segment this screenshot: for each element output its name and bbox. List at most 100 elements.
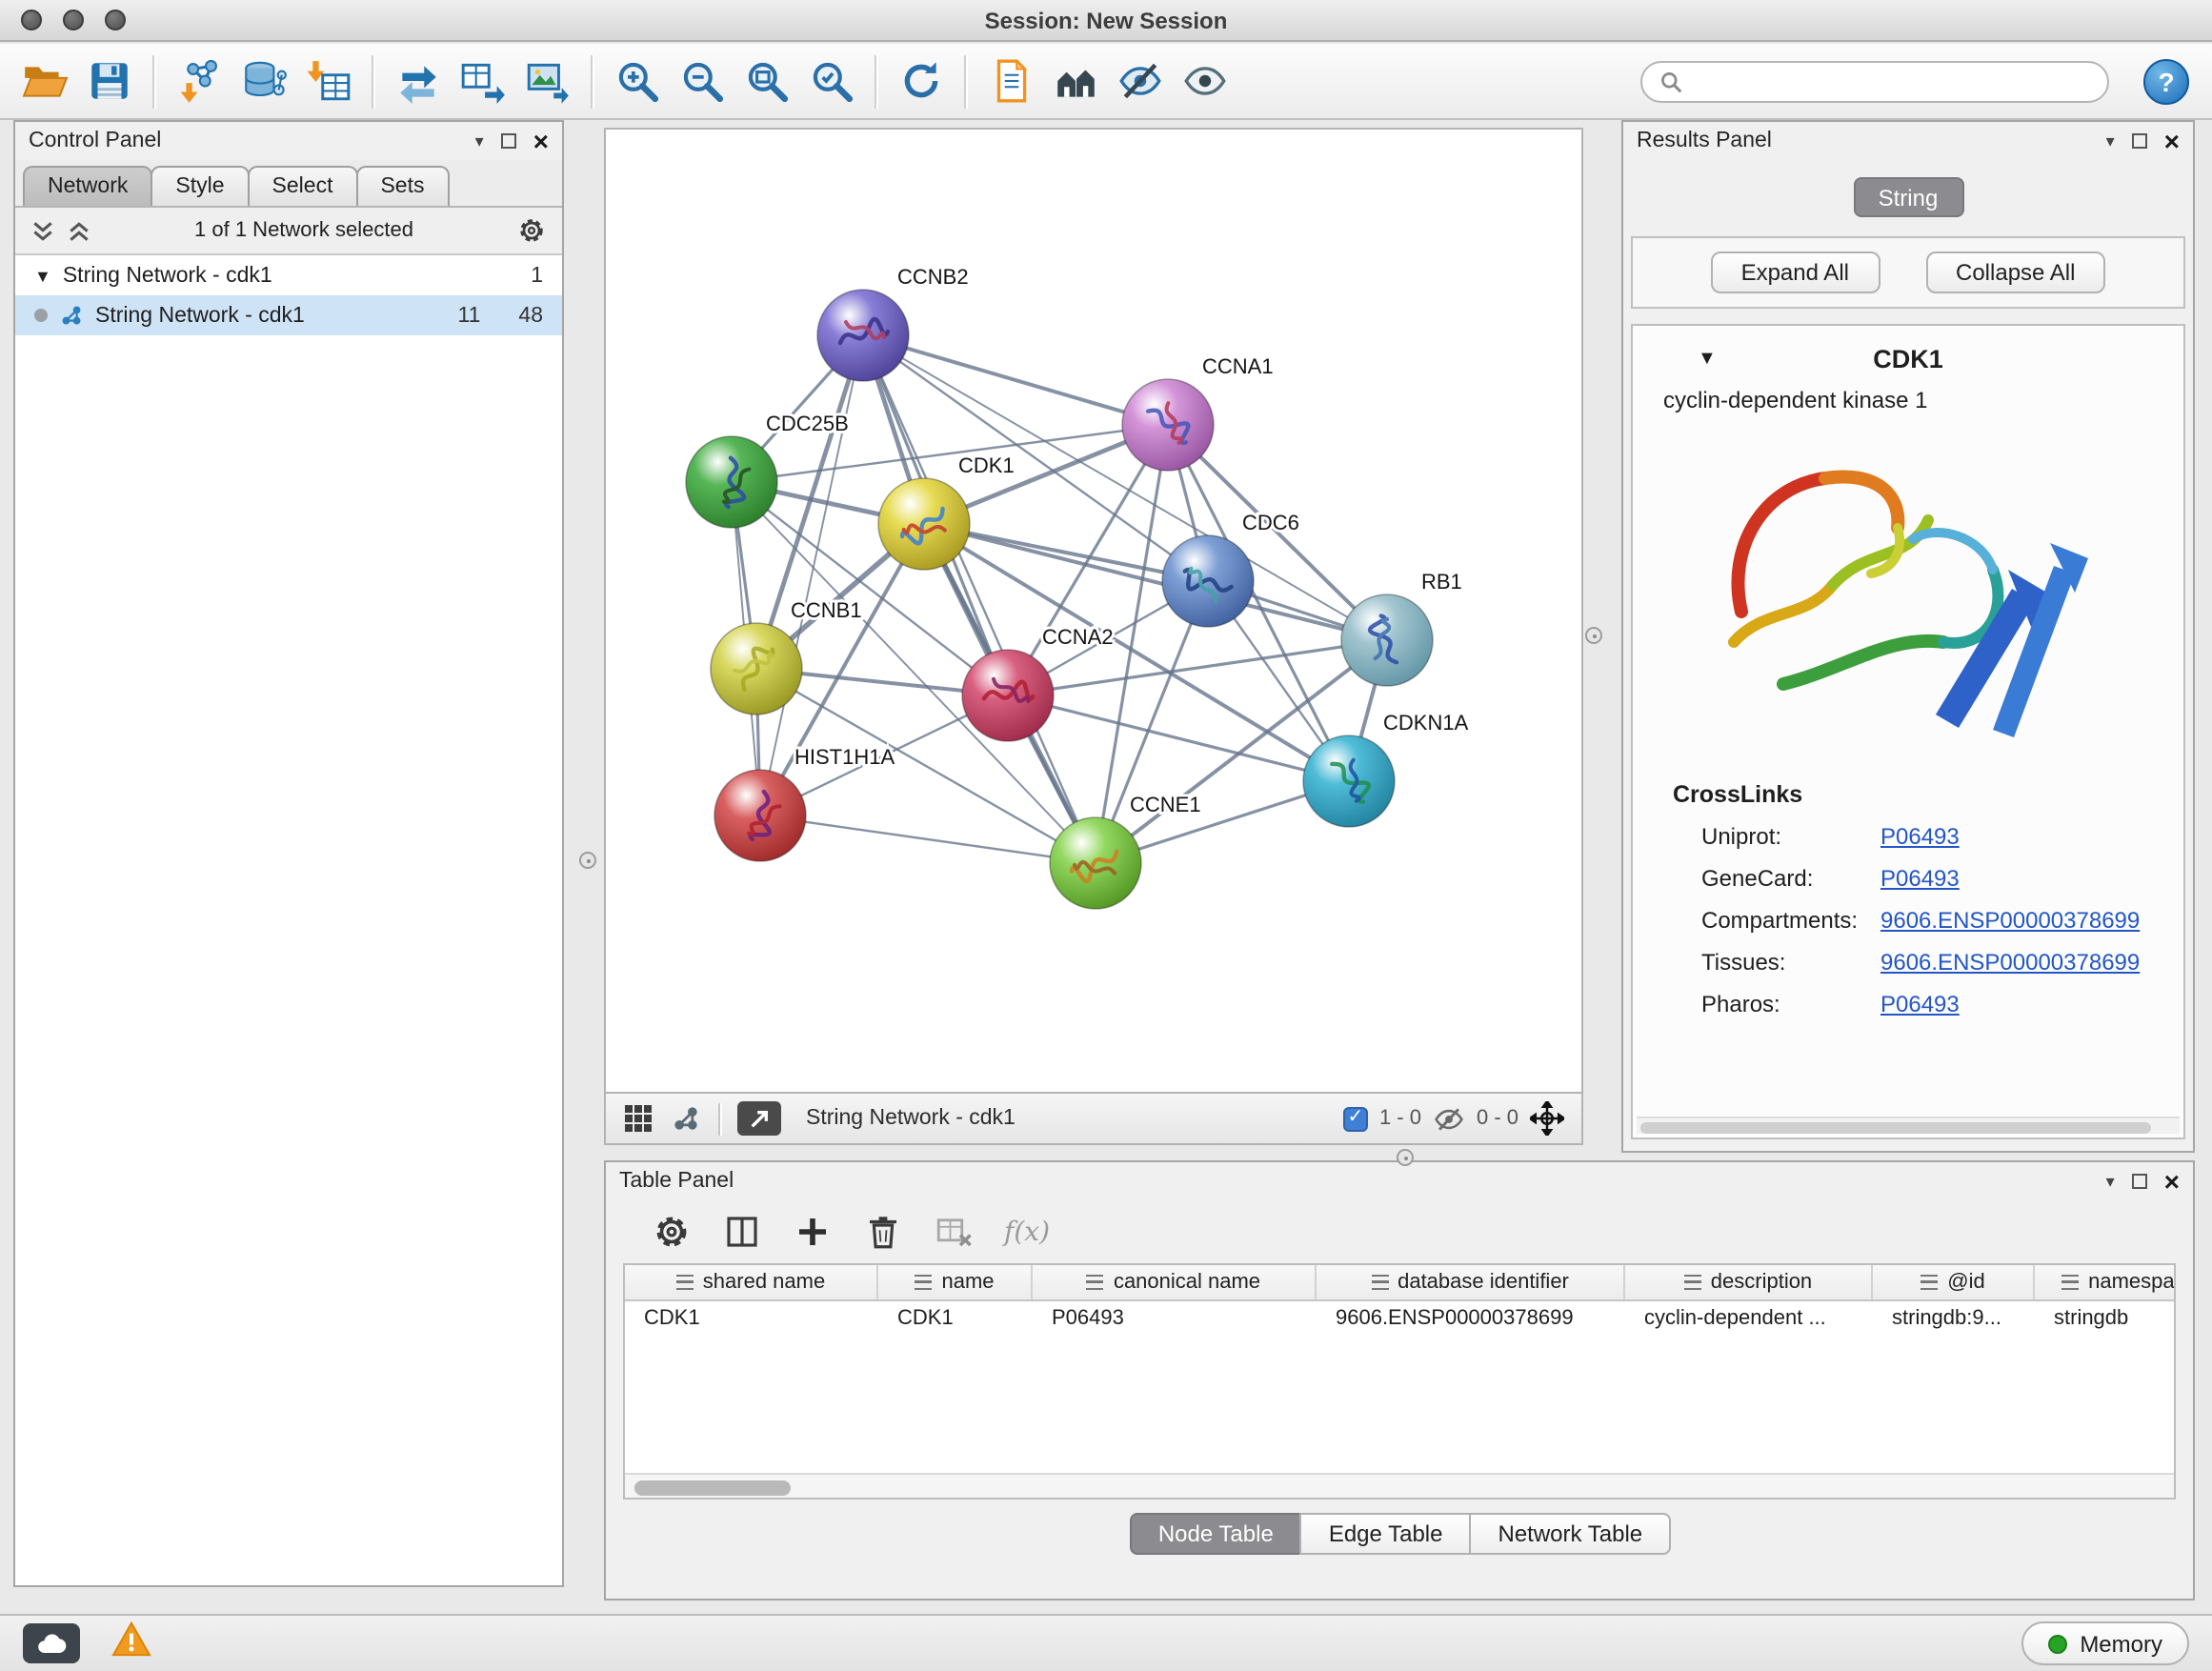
network-node-hist1h1a[interactable]: HIST1H1A bbox=[714, 745, 895, 861]
table-hscrollbar[interactable] bbox=[625, 1473, 2174, 1498]
close-panel-icon[interactable]: × bbox=[533, 128, 549, 154]
zoom-in-icon bbox=[613, 57, 660, 105]
show-columns-icon[interactable] bbox=[722, 1212, 762, 1252]
network-node-cdkn1a[interactable]: CDKN1A bbox=[1303, 711, 1469, 827]
collapse-all-button[interactable]: Collapse All bbox=[1925, 252, 2105, 293]
float-panel-icon[interactable] bbox=[2132, 1174, 2147, 1189]
table-tab-edge-table[interactable]: Edge Table bbox=[1300, 1513, 1472, 1555]
crosslink-link[interactable]: P06493 bbox=[1880, 823, 1960, 850]
import-network-database-button[interactable] bbox=[231, 49, 295, 113]
crosslink-link[interactable]: 9606.ENSP00000378699 bbox=[1880, 949, 2140, 976]
network-from-selection-button[interactable] bbox=[385, 49, 450, 113]
export-table-button[interactable] bbox=[450, 49, 514, 113]
table-settings-gear-icon[interactable] bbox=[652, 1212, 692, 1252]
expand-tree-icon[interactable] bbox=[67, 218, 91, 243]
panel-menu-icon[interactable]: ▾ bbox=[2106, 132, 2115, 150]
control-tab-sets[interactable]: Sets bbox=[355, 166, 449, 206]
zoom-out-button[interactable] bbox=[669, 49, 734, 113]
network-canvas[interactable]: CCNB2CCNA1CDC25BCDK1CDC6RB1CCNB1CCNA2CDK… bbox=[604, 128, 1583, 1094]
control-tab-select[interactable]: Select bbox=[248, 166, 358, 206]
open-in-new-button[interactable] bbox=[737, 1101, 781, 1136]
network-row[interactable]: String Network - cdk1 11 48 bbox=[15, 295, 562, 335]
search-input[interactable] bbox=[1694, 70, 2090, 93]
zoom-window-button[interactable] bbox=[105, 10, 126, 30]
network-glyph-icon[interactable] bbox=[671, 1103, 701, 1134]
document-button[interactable] bbox=[977, 49, 1042, 113]
network-edge[interactable] bbox=[760, 815, 1096, 863]
panel-menu-icon[interactable]: ▾ bbox=[475, 132, 484, 150]
table-row[interactable]: CDK1CDK1P064939606.ENSP00000378699cyclin… bbox=[625, 1301, 2174, 1336]
left-splitter-handle[interactable] bbox=[579, 852, 596, 869]
close-panel-icon[interactable]: × bbox=[2164, 128, 2180, 154]
column-header--id[interactable]: @id bbox=[1873, 1265, 2035, 1299]
results-hscrollbar[interactable] bbox=[1637, 1117, 2180, 1134]
expand-all-button[interactable]: Expand All bbox=[1711, 252, 1880, 293]
hide-selected-button[interactable] bbox=[1107, 49, 1172, 113]
scrollbar-thumb[interactable] bbox=[634, 1480, 791, 1495]
add-column-icon[interactable] bbox=[793, 1212, 833, 1252]
float-panel-icon[interactable] bbox=[501, 133, 516, 149]
network-node-cdk1[interactable]: CDK1 bbox=[878, 453, 1015, 570]
show-all-button[interactable] bbox=[1172, 49, 1237, 113]
selected-checkbox-icon[interactable]: ✓ bbox=[1343, 1106, 1368, 1131]
fit-content-button[interactable] bbox=[734, 49, 798, 113]
pan-crosshair-icon[interactable] bbox=[1530, 1101, 1564, 1136]
table-cell: CDK1 bbox=[878, 1307, 1033, 1330]
open-session-button[interactable] bbox=[11, 49, 76, 113]
column-header-shared-name[interactable]: shared name bbox=[625, 1265, 878, 1299]
panel-menu-icon[interactable]: ▾ bbox=[2106, 1173, 2115, 1190]
network-node-cdc6[interactable]: CDC6 bbox=[1162, 511, 1299, 627]
network-node-ccnb1[interactable]: CCNB1 bbox=[711, 598, 862, 715]
network-node-rb1[interactable]: RB1 bbox=[1341, 570, 1462, 686]
help-button[interactable]: ? bbox=[2143, 59, 2189, 105]
warning-button[interactable] bbox=[111, 1620, 152, 1667]
float-panel-icon[interactable] bbox=[2132, 133, 2147, 149]
bottom-splitter-handle[interactable] bbox=[1397, 1149, 1414, 1166]
collapse-tree-icon[interactable] bbox=[30, 218, 55, 243]
zoom-in-button[interactable] bbox=[604, 49, 669, 113]
column-header-namespace[interactable]: namespace bbox=[2035, 1265, 2176, 1299]
crosslink-link[interactable]: P06493 bbox=[1880, 865, 1960, 892]
network-node-ccnb2[interactable]: CCNB2 bbox=[817, 265, 969, 381]
delete-column-icon[interactable] bbox=[863, 1212, 903, 1252]
network-graph[interactable]: CCNB2CCNA1CDC25BCDK1CDC6RB1CCNB1CCNA2CDK… bbox=[606, 130, 1581, 1092]
network-node-ccna1[interactable]: CCNA1 bbox=[1122, 354, 1274, 471]
memory-status-dot bbox=[2047, 1634, 2066, 1653]
gene-header[interactable]: ▼ CDK1 bbox=[1633, 345, 2183, 373]
network-edge[interactable] bbox=[863, 335, 1096, 863]
network-edge[interactable] bbox=[924, 524, 1387, 640]
minimize-window-button[interactable] bbox=[63, 10, 84, 30]
network-edge[interactable] bbox=[863, 335, 1168, 425]
zoom-selected-button[interactable] bbox=[798, 49, 863, 113]
gene-collapse-caret-icon[interactable]: ▼ bbox=[1698, 349, 1717, 370]
network-overview-button[interactable] bbox=[1042, 49, 1107, 113]
crosslink-link[interactable]: 9606.ENSP00000378699 bbox=[1880, 907, 2140, 934]
function-builder-button[interactable]: f(x) bbox=[1004, 1217, 1050, 1247]
import-table-button[interactable] bbox=[295, 49, 360, 113]
column-header-name[interactable]: name bbox=[878, 1265, 1033, 1299]
import-network-file-button[interactable] bbox=[166, 49, 231, 113]
crosslink-link[interactable]: P06493 bbox=[1880, 991, 1960, 1017]
table-tab-network-table[interactable]: Network Table bbox=[1470, 1513, 1672, 1555]
apply-layout-button[interactable] bbox=[888, 49, 953, 113]
memory-button[interactable]: Memory bbox=[2021, 1621, 2189, 1665]
close-panel-icon[interactable]: × bbox=[2164, 1168, 2180, 1195]
right-splitter-handle[interactable] bbox=[1585, 627, 1602, 644]
hidden-eye-icon[interactable] bbox=[1433, 1102, 1465, 1135]
column-header-database-identifier[interactable]: database identifier bbox=[1317, 1265, 1625, 1299]
close-window-button[interactable] bbox=[21, 10, 42, 30]
results-tab-string[interactable]: String bbox=[1853, 177, 1963, 217]
grid-view-icon[interactable] bbox=[623, 1103, 654, 1134]
save-session-button[interactable] bbox=[76, 49, 141, 113]
control-tab-style[interactable]: Style bbox=[151, 166, 249, 206]
export-image-button[interactable] bbox=[514, 49, 579, 113]
column-header-description[interactable]: description bbox=[1625, 1265, 1873, 1299]
network-edge[interactable] bbox=[760, 335, 863, 815]
control-tab-network[interactable]: Network bbox=[23, 166, 152, 206]
cloud-button[interactable] bbox=[23, 1623, 80, 1663]
network-collection-row[interactable]: ▼ String Network - cdk1 1 bbox=[15, 255, 562, 295]
table-tab-node-table[interactable]: Node Table bbox=[1130, 1513, 1302, 1555]
gear-icon[interactable] bbox=[516, 215, 547, 246]
collection-caret-icon[interactable]: ▼ bbox=[34, 266, 51, 285]
column-header-canonical-name[interactable]: canonical name bbox=[1033, 1265, 1317, 1299]
